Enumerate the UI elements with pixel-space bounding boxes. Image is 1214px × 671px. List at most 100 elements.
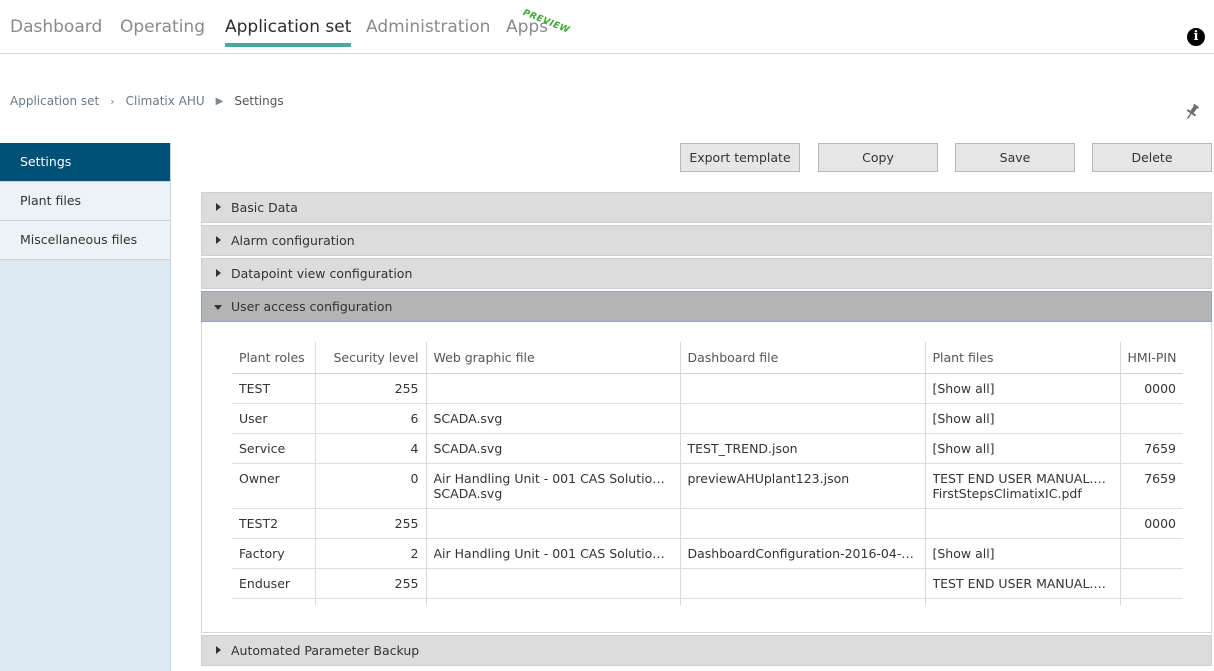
- web-graphic-file: SCADA.svg: [433, 410, 503, 426]
- tab-administration[interactable]: Administration: [366, 17, 490, 37]
- cell-empty: [680, 598, 926, 605]
- cell-security-level: 255: [315, 508, 427, 539]
- pin-icon[interactable]: [1184, 103, 1200, 121]
- cell-web-graphic-file: SCADA.svg: [426, 403, 681, 434]
- breadcrumb-separator: ▶: [215, 95, 224, 107]
- cell-hmi-pin: [1120, 403, 1183, 434]
- caret-right-icon: [216, 236, 221, 244]
- table-row[interactable]: Enduser 255 TEST END USER MANUAL.pdf: [232, 568, 1183, 599]
- cell-web-graphic-file: [426, 373, 681, 404]
- web-graphic-file: Air Handling Unit - 001 CAS Solution A..…: [433, 470, 673, 486]
- tab-operating[interactable]: Operating: [120, 17, 205, 37]
- cell-web-graphic-file: Air Handling Unit - 001 CAS Solution A..…: [426, 538, 681, 569]
- cell-plant-role: Owner: [232, 463, 316, 509]
- cell-plant-role: Factory: [232, 538, 316, 569]
- plant-file: TEST END USER MANUAL.pdf: [932, 575, 1113, 591]
- section-automated-parameter-backup[interactable]: Automated Parameter Backup: [201, 635, 1212, 666]
- table-row[interactable]: Factory 2 Air Handling Unit - 001 CAS So…: [232, 538, 1183, 569]
- table-row[interactable]: [232, 598, 1183, 605]
- cell-dashboard-file: [680, 508, 926, 539]
- plant-files-link[interactable]: [Show all]: [933, 411, 1113, 426]
- table-row[interactable]: TEST2 255 0000: [232, 508, 1183, 539]
- caret-right-icon: [216, 269, 221, 277]
- cell-security-level: 4: [315, 433, 427, 464]
- cell-hmi-pin: [1120, 538, 1183, 569]
- cell-web-graphic-file: Air Handling Unit - 001 CAS Solution A..…: [426, 463, 681, 509]
- column-header-dashboard-file[interactable]: Dashboard file: [680, 342, 926, 374]
- plant-file: TEST END USER MANUAL.pdf: [932, 470, 1113, 486]
- cell-plant-role: TEST: [232, 373, 316, 404]
- breadcrumb-application-set[interactable]: Application set: [10, 94, 99, 108]
- cell-plant-role: Service: [232, 433, 316, 464]
- sidebar-item-plant-files[interactable]: Plant files: [0, 182, 170, 221]
- cell-empty: [925, 598, 1121, 605]
- cell-security-level: 255: [315, 568, 427, 599]
- cell-dashboard-file: [680, 568, 926, 599]
- cell-plant-role: Enduser: [232, 568, 316, 599]
- delete-button[interactable]: Delete: [1092, 143, 1212, 172]
- cell-dashboard-file: DashboardConfiguration-2016-04-13...: [680, 538, 926, 569]
- cell-hmi-pin: 7659: [1120, 463, 1183, 509]
- cell-empty: [232, 598, 316, 605]
- sidebar: Settings Plant files Miscellaneous files: [0, 143, 171, 671]
- cell-security-level: 2: [315, 538, 427, 569]
- column-header-plant-files[interactable]: Plant files: [925, 342, 1121, 374]
- top-navigation: Dashboard Operating Application set Admi…: [0, 0, 1214, 54]
- save-button[interactable]: Save: [955, 143, 1075, 172]
- caret-right-icon: [216, 646, 221, 654]
- web-graphic-file: SCADA.svg: [433, 485, 503, 501]
- web-graphic-file: SCADA.svg: [433, 440, 503, 456]
- plant-files-link[interactable]: [Show all]: [933, 441, 1113, 456]
- user-access-table-scroll[interactable]: Plant roles Security level Web graphic f…: [232, 342, 1183, 605]
- tab-application-set[interactable]: Application set: [225, 17, 352, 47]
- cell-web-graphic-file: [426, 568, 681, 599]
- plant-files-link[interactable]: [Show all]: [933, 546, 1113, 561]
- cell-hmi-pin: 0000: [1120, 373, 1183, 404]
- section-title: Datapoint view configuration: [231, 266, 413, 281]
- section-datapoint-view-configuration[interactable]: Datapoint view configuration: [201, 258, 1212, 289]
- plant-file: FirstStepsClimatixIC.pdf: [932, 485, 1082, 501]
- cell-plant-files: [Show all]: [925, 403, 1121, 434]
- column-header-hmi-pin[interactable]: HMI-PIN: [1120, 342, 1183, 374]
- web-graphic-file: Air Handling Unit - 001 CAS Solution A..…: [433, 545, 673, 561]
- column-header-plant-roles[interactable]: Plant roles: [232, 342, 316, 374]
- cell-dashboard-file: [680, 403, 926, 434]
- tab-dashboard[interactable]: Dashboard: [10, 17, 102, 37]
- cell-plant-files: [Show all]: [925, 433, 1121, 464]
- cell-plant-files: [Show all]: [925, 373, 1121, 404]
- table-row[interactable]: Owner 0 Air Handling Unit - 001 CAS Solu…: [232, 463, 1183, 509]
- cell-plant-role: TEST2: [232, 508, 316, 539]
- table-row[interactable]: Service 4 SCADA.svg TEST_TREND.json [Sho…: [232, 433, 1183, 464]
- caret-down-icon: [214, 305, 222, 310]
- export-template-button[interactable]: Export template: [680, 143, 800, 172]
- sidebar-item-miscellaneous-files[interactable]: Miscellaneous files: [0, 221, 170, 260]
- column-header-security-level[interactable]: Security level: [315, 342, 427, 374]
- breadcrumb-climatix-ahu[interactable]: Climatix AHU: [126, 94, 205, 108]
- cell-plant-role: User: [232, 403, 316, 434]
- cell-security-level: 6: [315, 403, 427, 434]
- cell-hmi-pin: 0000: [1120, 508, 1183, 539]
- plant-files-link[interactable]: [Show all]: [933, 381, 1113, 396]
- table-header-row: Plant roles Security level Web graphic f…: [232, 342, 1183, 374]
- caret-right-icon: [216, 203, 221, 211]
- column-header-web-graphic-file[interactable]: Web graphic file: [426, 342, 681, 374]
- breadcrumb-settings: Settings: [234, 94, 284, 108]
- section-basic-data[interactable]: Basic Data: [201, 192, 1212, 223]
- copy-button[interactable]: Copy: [818, 143, 938, 172]
- cell-dashboard-file: previewAHUplant123.json: [680, 463, 926, 509]
- breadcrumb-separator: ›: [110, 94, 115, 108]
- table-row[interactable]: TEST 255 [Show all] 0000: [232, 373, 1183, 404]
- info-icon[interactable]: i: [1187, 28, 1205, 46]
- cell-plant-files: [925, 508, 1121, 539]
- cell-security-level: 255: [315, 373, 427, 404]
- table-row[interactable]: User 6 SCADA.svg [Show all]: [232, 403, 1183, 434]
- cell-plant-files: TEST END USER MANUAL.pdf FirstStepsClima…: [925, 463, 1121, 509]
- sidebar-item-settings[interactable]: Settings: [0, 143, 170, 182]
- section-title: User access configuration: [231, 299, 393, 314]
- cell-dashboard-file: TEST_TREND.json: [680, 433, 926, 464]
- cell-empty: [426, 598, 681, 605]
- cell-empty: [315, 598, 427, 605]
- section-alarm-configuration[interactable]: Alarm configuration: [201, 225, 1212, 256]
- section-user-access-configuration[interactable]: User access configuration: [201, 291, 1212, 322]
- cell-plant-files: TEST END USER MANUAL.pdf: [925, 568, 1121, 599]
